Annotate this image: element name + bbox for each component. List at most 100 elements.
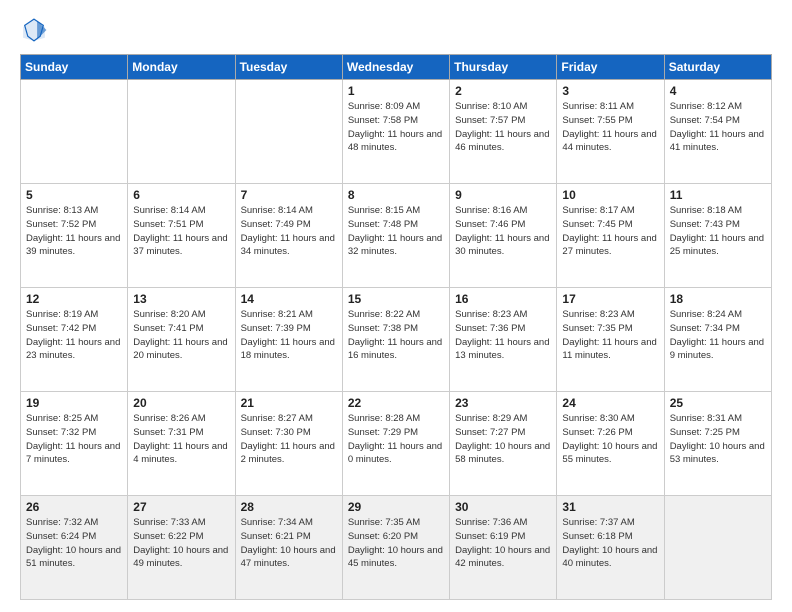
weekday-header-saturday: Saturday [664,55,771,80]
calendar-cell [235,80,342,184]
day-number: 6 [133,188,229,202]
day-number: 27 [133,500,229,514]
day-info: Sunrise: 7:35 AM Sunset: 6:20 PM Dayligh… [348,516,444,571]
day-number: 2 [455,84,551,98]
week-row-3: 12 Sunrise: 8:19 AM Sunset: 7:42 PM Dayli… [21,288,772,392]
day-number: 28 [241,500,337,514]
calendar-cell: 15 Sunrise: 8:22 AM Sunset: 7:38 PM Dayli… [342,288,449,392]
day-info: Sunrise: 8:19 AM Sunset: 7:42 PM Dayligh… [26,308,122,363]
day-info: Sunrise: 8:14 AM Sunset: 7:51 PM Dayligh… [133,204,229,259]
day-number: 14 [241,292,337,306]
day-number: 24 [562,396,658,410]
calendar-cell: 2 Sunrise: 8:10 AM Sunset: 7:57 PM Daylig… [450,80,557,184]
logo-icon [20,16,48,44]
calendar-cell: 25 Sunrise: 8:31 AM Sunset: 7:25 PM Dayli… [664,392,771,496]
calendar-cell: 31 Sunrise: 7:37 AM Sunset: 6:18 PM Dayli… [557,496,664,600]
day-number: 10 [562,188,658,202]
day-number: 12 [26,292,122,306]
weekday-header-monday: Monday [128,55,235,80]
day-info: Sunrise: 8:24 AM Sunset: 7:34 PM Dayligh… [670,308,766,363]
day-number: 26 [26,500,122,514]
weekday-header-row: SundayMondayTuesdayWednesdayThursdayFrid… [21,55,772,80]
day-number: 30 [455,500,551,514]
day-info: Sunrise: 8:27 AM Sunset: 7:30 PM Dayligh… [241,412,337,467]
day-info: Sunrise: 8:16 AM Sunset: 7:46 PM Dayligh… [455,204,551,259]
day-info: Sunrise: 8:21 AM Sunset: 7:39 PM Dayligh… [241,308,337,363]
day-info: Sunrise: 8:13 AM Sunset: 7:52 PM Dayligh… [26,204,122,259]
day-info: Sunrise: 8:22 AM Sunset: 7:38 PM Dayligh… [348,308,444,363]
day-number: 22 [348,396,444,410]
calendar-cell: 6 Sunrise: 8:14 AM Sunset: 7:51 PM Daylig… [128,184,235,288]
day-info: Sunrise: 8:26 AM Sunset: 7:31 PM Dayligh… [133,412,229,467]
calendar-cell: 21 Sunrise: 8:27 AM Sunset: 7:30 PM Dayli… [235,392,342,496]
calendar-cell: 24 Sunrise: 8:30 AM Sunset: 7:26 PM Dayli… [557,392,664,496]
day-number: 3 [562,84,658,98]
week-row-4: 19 Sunrise: 8:25 AM Sunset: 7:32 PM Dayli… [21,392,772,496]
day-number: 7 [241,188,337,202]
day-number: 8 [348,188,444,202]
day-info: Sunrise: 8:10 AM Sunset: 7:57 PM Dayligh… [455,100,551,155]
logo [20,16,52,44]
calendar-cell: 16 Sunrise: 8:23 AM Sunset: 7:36 PM Dayli… [450,288,557,392]
calendar-cell: 1Sunrise: 8:09 AM Sunset: 7:58 PM Daylig… [342,80,449,184]
calendar-cell: 3 Sunrise: 8:11 AM Sunset: 7:55 PM Daylig… [557,80,664,184]
calendar-cell: 20 Sunrise: 8:26 AM Sunset: 7:31 PM Dayli… [128,392,235,496]
calendar-cell: 13 Sunrise: 8:20 AM Sunset: 7:41 PM Dayli… [128,288,235,392]
day-info: Sunrise: 7:37 AM Sunset: 6:18 PM Dayligh… [562,516,658,571]
calendar: SundayMondayTuesdayWednesdayThursdayFrid… [20,54,772,600]
day-info: Sunrise: 8:09 AM Sunset: 7:58 PM Dayligh… [348,100,444,155]
calendar-cell: 5 Sunrise: 8:13 AM Sunset: 7:52 PM Daylig… [21,184,128,288]
day-info: Sunrise: 8:30 AM Sunset: 7:26 PM Dayligh… [562,412,658,467]
day-number: 16 [455,292,551,306]
day-number: 11 [670,188,766,202]
day-number: 15 [348,292,444,306]
day-number: 5 [26,188,122,202]
day-info: Sunrise: 7:32 AM Sunset: 6:24 PM Dayligh… [26,516,122,571]
calendar-cell [21,80,128,184]
calendar-cell: 8 Sunrise: 8:15 AM Sunset: 7:48 PM Daylig… [342,184,449,288]
day-number: 25 [670,396,766,410]
calendar-cell: 28 Sunrise: 7:34 AM Sunset: 6:21 PM Dayli… [235,496,342,600]
weekday-header-friday: Friday [557,55,664,80]
day-info: Sunrise: 7:36 AM Sunset: 6:19 PM Dayligh… [455,516,551,571]
day-number: 17 [562,292,658,306]
calendar-cell: 12 Sunrise: 8:19 AM Sunset: 7:42 PM Dayli… [21,288,128,392]
day-info: Sunrise: 8:23 AM Sunset: 7:36 PM Dayligh… [455,308,551,363]
calendar-cell: 9Sunrise: 8:16 AM Sunset: 7:46 PM Daylig… [450,184,557,288]
day-number: 23 [455,396,551,410]
day-info: Sunrise: 8:17 AM Sunset: 7:45 PM Dayligh… [562,204,658,259]
weekday-header-sunday: Sunday [21,55,128,80]
calendar-cell: 29Sunrise: 7:35 AM Sunset: 6:20 PM Dayli… [342,496,449,600]
day-info: Sunrise: 8:11 AM Sunset: 7:55 PM Dayligh… [562,100,658,155]
day-number: 19 [26,396,122,410]
calendar-cell: 23 Sunrise: 8:29 AM Sunset: 7:27 PM Dayli… [450,392,557,496]
day-number: 31 [562,500,658,514]
day-info: Sunrise: 8:18 AM Sunset: 7:43 PM Dayligh… [670,204,766,259]
week-row-5: 26 Sunrise: 7:32 AM Sunset: 6:24 PM Dayli… [21,496,772,600]
day-info: Sunrise: 8:31 AM Sunset: 7:25 PM Dayligh… [670,412,766,467]
day-info: Sunrise: 8:15 AM Sunset: 7:48 PM Dayligh… [348,204,444,259]
day-info: Sunrise: 7:34 AM Sunset: 6:21 PM Dayligh… [241,516,337,571]
calendar-cell [664,496,771,600]
day-info: Sunrise: 8:29 AM Sunset: 7:27 PM Dayligh… [455,412,551,467]
day-number: 20 [133,396,229,410]
calendar-cell: 26 Sunrise: 7:32 AM Sunset: 6:24 PM Dayli… [21,496,128,600]
calendar-cell: 17 Sunrise: 8:23 AM Sunset: 7:35 PM Dayli… [557,288,664,392]
calendar-cell: 7Sunrise: 8:14 AM Sunset: 7:49 PM Daylig… [235,184,342,288]
week-row-2: 5 Sunrise: 8:13 AM Sunset: 7:52 PM Daylig… [21,184,772,288]
weekday-header-thursday: Thursday [450,55,557,80]
day-info: Sunrise: 8:20 AM Sunset: 7:41 PM Dayligh… [133,308,229,363]
week-row-1: 1Sunrise: 8:09 AM Sunset: 7:58 PM Daylig… [21,80,772,184]
page: SundayMondayTuesdayWednesdayThursdayFrid… [0,0,792,612]
calendar-cell: 27Sunrise: 7:33 AM Sunset: 6:22 PM Dayli… [128,496,235,600]
calendar-cell: 11 Sunrise: 8:18 AM Sunset: 7:43 PM Dayli… [664,184,771,288]
day-number: 18 [670,292,766,306]
day-number: 21 [241,396,337,410]
calendar-cell: 30 Sunrise: 7:36 AM Sunset: 6:19 PM Dayli… [450,496,557,600]
calendar-cell: 18 Sunrise: 8:24 AM Sunset: 7:34 PM Dayli… [664,288,771,392]
calendar-cell: 19 Sunrise: 8:25 AM Sunset: 7:32 PM Dayli… [21,392,128,496]
calendar-cell: 22Sunrise: 8:28 AM Sunset: 7:29 PM Dayli… [342,392,449,496]
day-info: Sunrise: 8:25 AM Sunset: 7:32 PM Dayligh… [26,412,122,467]
day-number: 13 [133,292,229,306]
day-info: Sunrise: 8:23 AM Sunset: 7:35 PM Dayligh… [562,308,658,363]
